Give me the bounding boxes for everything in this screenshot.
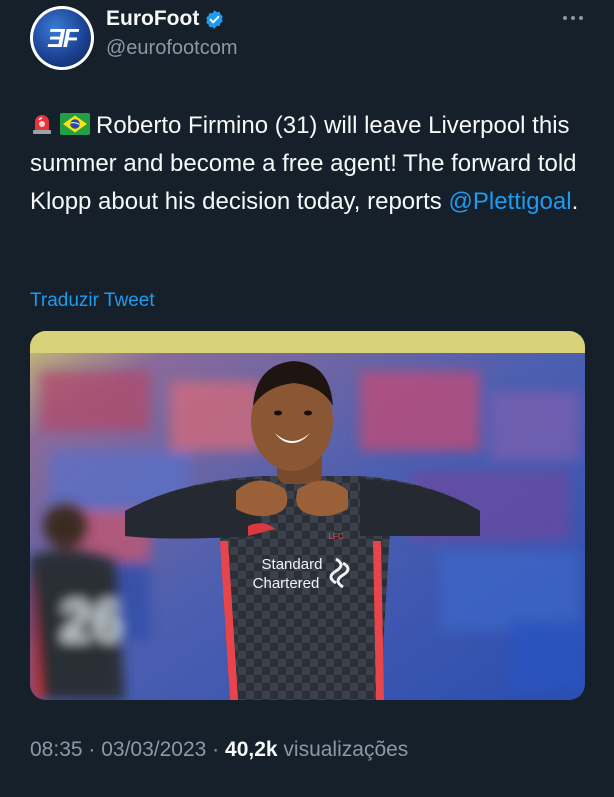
verified-badge-icon <box>206 9 224 29</box>
more-options-icon[interactable] <box>558 8 588 28</box>
shirt-crest-text: LFC <box>328 532 343 541</box>
tweet-date[interactable]: 03/03/2023 <box>101 738 206 761</box>
tweet-text: Roberto Firmino (31) will leave Liverpoo… <box>30 107 595 221</box>
views-count: 40,2k <box>225 738 278 761</box>
tweet-meta: 08:35 · 03/03/2023 · 40,2k visualizações <box>30 738 408 762</box>
rotating-light-emoji <box>33 114 51 134</box>
shirt-sponsor-line2: Chartered <box>253 575 320 592</box>
tweet-body-end: . <box>571 188 579 215</box>
author-name-row[interactable]: EuroFoot <box>106 7 225 31</box>
meta-separator-2: · <box>206 738 226 761</box>
player-photo-image: 26 Standard Chartered LFC <box>30 331 585 700</box>
background-shirt-number: 26 <box>60 589 125 654</box>
avatar[interactable]: ƎF <box>30 6 94 70</box>
brazil-flag-emoji <box>60 112 90 135</box>
translate-tweet-link[interactable]: Traduzir Tweet <box>30 290 155 312</box>
avatar-logo: ƎF <box>47 22 78 53</box>
tweet-header: ƎF EuroFoot @eurofootcom <box>0 0 614 90</box>
views-label: visualizações <box>277 738 409 761</box>
author-display-name[interactable]: EuroFoot <box>106 7 199 31</box>
meta-separator: · <box>82 738 102 761</box>
tweet-time[interactable]: 08:35 <box>30 738 83 761</box>
author-handle[interactable]: @eurofootcom <box>106 37 237 60</box>
shirt-sponsor-line1: Standard <box>262 556 323 573</box>
mention-link[interactable]: @Plettigoal <box>448 188 571 215</box>
tweet-photo[interactable]: 26 Standard Chartered LFC <box>30 331 585 700</box>
